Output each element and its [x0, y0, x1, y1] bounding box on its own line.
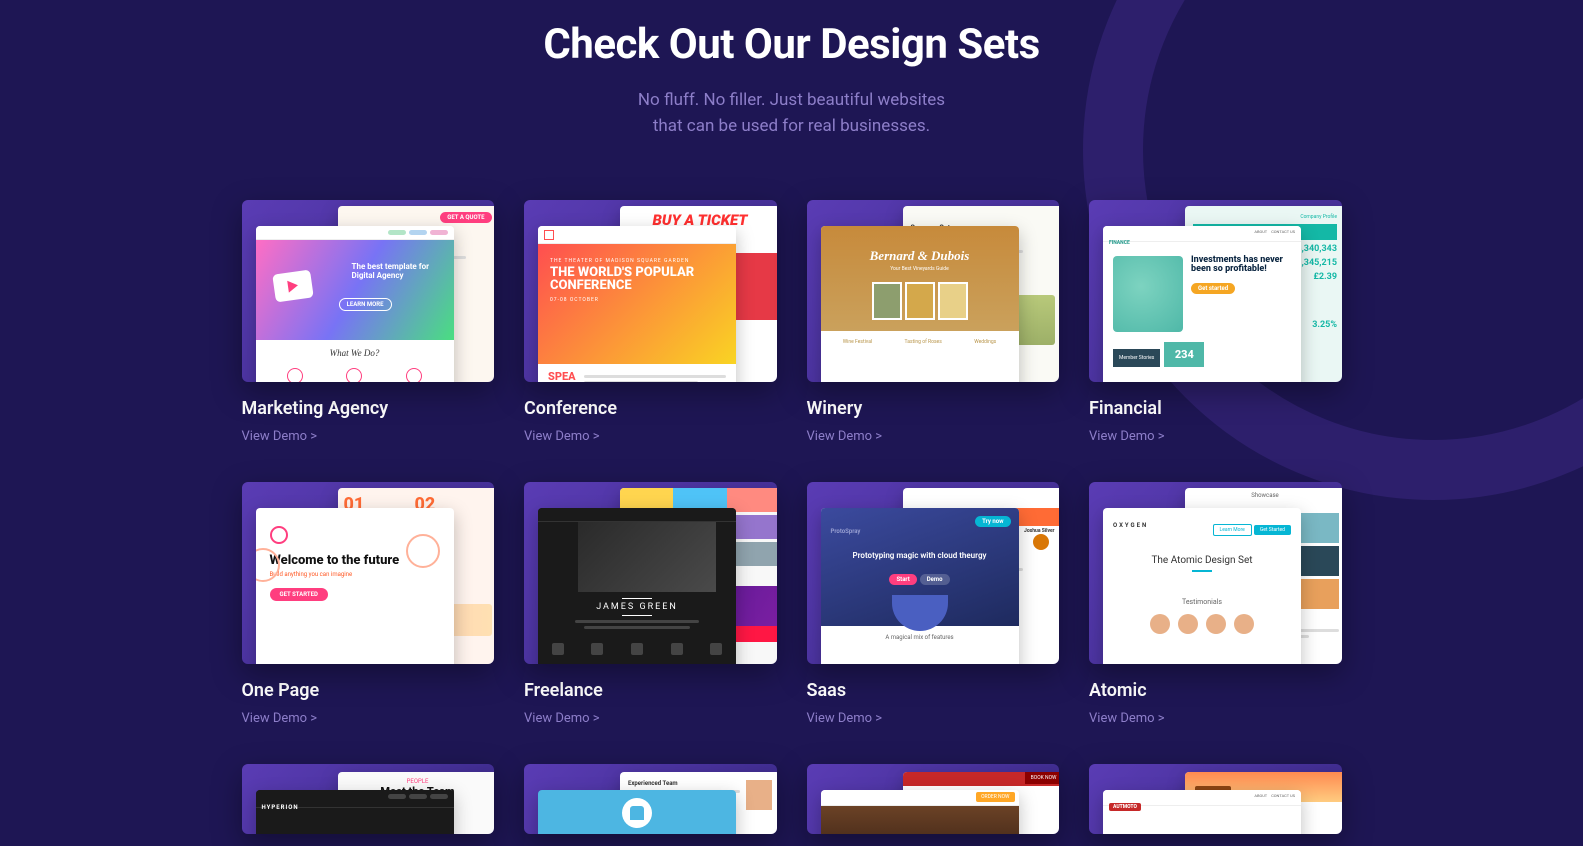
thumb-front-pane: THE THEATER OF MADISON SQUARE GARDEN THE…: [538, 226, 736, 382]
thumb-front-pane: Bernard & Dubois Your Best Vineyards Gui…: [821, 226, 1019, 382]
thumb-freelance[interactable]: Contact Me JAMES GREEN: [524, 482, 777, 664]
page-title: Check Out Our Design Sets: [242, 20, 1342, 69]
speakers-label: SPEAKERS: [548, 372, 576, 382]
card-winery: Sonoma-Cutrer ★★★★★ Newsletter Bernard &…: [807, 200, 1060, 444]
card-partial-4: OUR FLYING AUTMOTO CONTACT US ABOUT: [1089, 764, 1342, 834]
card-title: Freelance: [524, 680, 777, 701]
play-icon: [272, 269, 314, 302]
thumb-conference[interactable]: BUY A TICKET Buy Now RED BY BUSINESS THE…: [524, 200, 777, 382]
portrait-icon: [1113, 256, 1183, 332]
subtitle-line-1: No fluff. No filler. Just beautiful webs…: [638, 90, 945, 110]
card-partial-3: BOOK NOW Restaurant ORDER NOW: [807, 764, 1060, 834]
thumb-partial[interactable]: PEOPLE Meet the Team HYPERION: [242, 764, 495, 834]
card-title: Atomic: [1089, 680, 1342, 701]
get-started-chip: GET STARTED: [270, 588, 328, 601]
card-partial-2: Experienced Team Michael Manhattan: [524, 764, 777, 834]
thumb-saas[interactable]: Joshua Silver rsonal demo? Request Proto…: [807, 482, 1060, 664]
thumb-financial[interactable]: Company Profile 23,340,343 1,345,215 £2.…: [1089, 200, 1342, 382]
shield-icon: [630, 806, 644, 820]
thumb-front-pane: JAMES GREEN: [538, 508, 736, 664]
card-title: One Page: [242, 680, 495, 701]
content-container: Check Out Our Design Sets No fluff. No f…: [242, 0, 1342, 834]
card-title: Marketing Agency: [242, 398, 495, 419]
avatar-icon: [1031, 532, 1051, 552]
thumb-partial[interactable]: BOOK NOW Restaurant ORDER NOW: [807, 764, 1060, 834]
card-title: Saas: [807, 680, 1060, 701]
view-demo-link[interactable]: View Demo >: [807, 711, 883, 726]
view-demo-link[interactable]: View Demo >: [524, 429, 600, 444]
card-title: Winery: [807, 398, 1060, 419]
hero-copy: The best template for Digital Agency: [352, 262, 442, 281]
logo-icon: [270, 526, 288, 544]
card-title: Financial: [1089, 398, 1342, 419]
thumb-front-pane: OXYGEN Learn MoreGet Started The Atomic …: [1103, 508, 1301, 664]
thumb-front-pane: FINANCE CONTACT US ABOUT Investments has…: [1103, 226, 1301, 382]
card-one-page: 0102 Tell about your business 04 Trendy …: [242, 482, 495, 726]
page-subtitle: No fluff. No filler. Just beautiful webs…: [242, 87, 1342, 140]
thumb-one-page[interactable]: 0102 Tell about your business 04 Trendy …: [242, 482, 495, 664]
card-conference: BUY A TICKET Buy Now RED BY BUSINESS THE…: [524, 200, 777, 444]
learn-more-chip: LEARN MORE: [339, 298, 392, 311]
card-freelance: Contact Me JAMES GREEN Freelance View De…: [524, 482, 777, 726]
card-atomic: Showcase ★★★★★ OXYGEN Learn MoreGet Star…: [1089, 482, 1342, 726]
view-demo-link[interactable]: View Demo >: [524, 711, 600, 726]
thumb-partial[interactable]: Experienced Team Michael Manhattan: [524, 764, 777, 834]
thumb-front-pane: ProtoSpray Try now Prototyping magic wit…: [821, 508, 1019, 664]
card-financial: Company Profile 23,340,343 1,345,215 £2.…: [1089, 200, 1342, 444]
thumb-front-pane: The best template for Digital Agency LEA…: [256, 226, 454, 382]
freelancer-name: JAMES GREEN: [538, 598, 736, 616]
what-we-do-label: What We Do?: [266, 348, 444, 358]
card-marketing-agency: GET A QUOTE The best template for Digita…: [242, 200, 495, 444]
card-partial-1: PEOPLE Meet the Team HYPERION: [242, 764, 495, 834]
stat-234: 234: [1164, 342, 1204, 367]
thumb-winery[interactable]: Sonoma-Cutrer ★★★★★ Newsletter Bernard &…: [807, 200, 1060, 382]
design-sets-grid: GET A QUOTE The best template for Digita…: [242, 200, 1342, 834]
buy-ticket-label: BUY A TICKET: [620, 214, 777, 227]
thumb-atomic[interactable]: Showcase ★★★★★ OXYGEN Learn MoreGet Star…: [1089, 482, 1342, 664]
thumb-partial[interactable]: OUR FLYING AUTMOTO CONTACT US ABOUT: [1089, 764, 1342, 834]
view-demo-link[interactable]: View Demo >: [807, 429, 883, 444]
winery-name: Bernard & Dubois: [831, 248, 1009, 264]
view-demo-link[interactable]: View Demo >: [1089, 429, 1165, 444]
card-saas: Joshua Silver rsonal demo? Request Proto…: [807, 482, 1060, 726]
view-demo-link[interactable]: View Demo >: [242, 711, 318, 726]
thumb-marketing-agency[interactable]: GET A QUOTE The best template for Digita…: [242, 200, 495, 382]
subtitle-line-2: that can be used for real businesses.: [653, 116, 930, 136]
card-title: Conference: [524, 398, 777, 419]
thumb-front-pane: Welcome to the future Build anything you…: [256, 508, 454, 664]
view-demo-link[interactable]: View Demo >: [242, 429, 318, 444]
get-quote-chip: GET A QUOTE: [440, 212, 491, 223]
view-demo-link[interactable]: View Demo >: [1089, 711, 1165, 726]
